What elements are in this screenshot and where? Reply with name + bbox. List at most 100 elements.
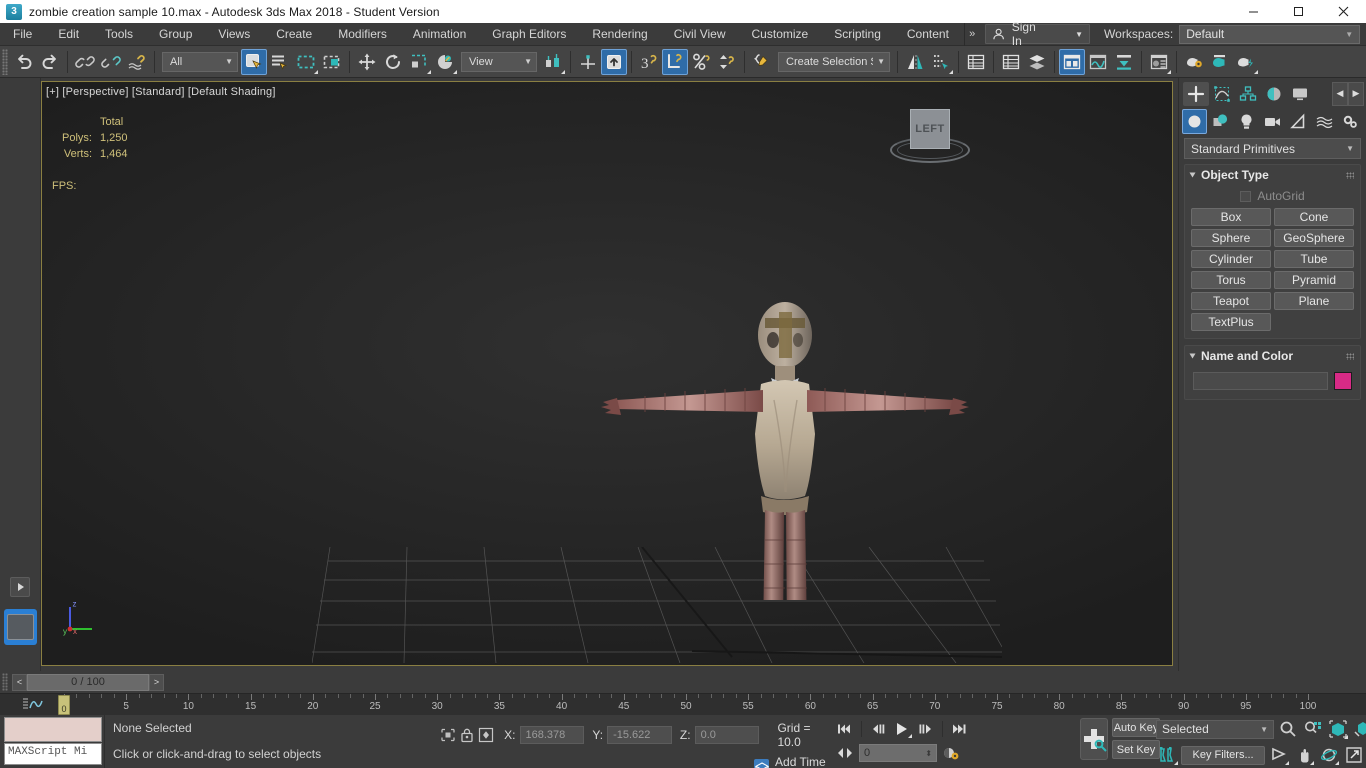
- motion-tab[interactable]: [1261, 82, 1287, 106]
- menu-file[interactable]: File: [0, 23, 45, 46]
- lock-icon[interactable]: [457, 725, 476, 745]
- sign-in-button[interactable]: Sign In ▼: [985, 20, 1091, 48]
- autogrid-checkbox[interactable]: [1240, 190, 1252, 202]
- key-filters-button[interactable]: Key Filters...: [1181, 745, 1266, 765]
- menu-scripting[interactable]: Scripting: [821, 23, 894, 46]
- object-type-header[interactable]: Object Type: [1185, 165, 1360, 185]
- geometry-icon[interactable]: [1182, 108, 1207, 134]
- cameras-icon[interactable]: [1260, 109, 1285, 134]
- menu-group[interactable]: Group: [146, 23, 205, 46]
- pan-view-icon[interactable]: [1292, 744, 1315, 766]
- selection-filter-dropdown[interactable]: All ▼: [162, 51, 238, 72]
- select-object-icon[interactable]: [241, 48, 267, 75]
- next-frame-icon[interactable]: [915, 719, 937, 739]
- time-slider-grip[interactable]: [2, 673, 8, 691]
- rendered-frame-window-icon[interactable]: [1207, 49, 1233, 75]
- select-and-link-icon[interactable]: [72, 49, 98, 75]
- curve-editor-icon[interactable]: [1059, 48, 1085, 75]
- geosphere-button[interactable]: GeoSphere: [1274, 229, 1354, 247]
- track-bar[interactable]: 5 10 15 20 25 30 35 40 45 50 55 60 65 70 75 80 85 90 95 100…: [0, 693, 1366, 715]
- unlink-selection-icon[interactable]: [98, 49, 124, 75]
- set-key-filters-icon[interactable]: [1156, 744, 1179, 766]
- menu-edit[interactable]: Edit: [45, 23, 92, 46]
- time-slider-key[interactable]: 0: [58, 695, 70, 715]
- time-tag-icon[interactable]: [754, 759, 770, 768]
- menu-rendering[interactable]: Rendering: [579, 23, 660, 46]
- align-icon[interactable]: [928, 49, 954, 75]
- play-animation-rail-button[interactable]: [10, 577, 30, 597]
- minimize-button[interactable]: [1231, 0, 1276, 23]
- layer-explorer-icon[interactable]: [963, 49, 989, 75]
- slate-material-editor-icon[interactable]: [1146, 49, 1172, 75]
- spinner-snap-flyout-icon[interactable]: [714, 49, 740, 75]
- lights-icon[interactable]: [1234, 109, 1259, 134]
- torus-button[interactable]: Torus: [1191, 271, 1271, 289]
- maxscript-output-pane[interactable]: [4, 717, 102, 742]
- view-cube[interactable]: LEFT: [884, 107, 976, 169]
- tube-button[interactable]: Tube: [1274, 250, 1354, 268]
- cylinder-button[interactable]: Cylinder: [1191, 250, 1271, 268]
- maxscript-mini-listener[interactable]: MAXScript Mi: [4, 743, 102, 765]
- render-setup-icon[interactable]: [1181, 49, 1207, 75]
- spinner-arrows-icon[interactable]: ⬍: [925, 749, 932, 758]
- mirror-icon[interactable]: [902, 49, 928, 75]
- select-and-rotate-icon[interactable]: [380, 49, 406, 75]
- hierarchy-tab[interactable]: [1235, 82, 1261, 106]
- shapes-icon[interactable]: [1208, 109, 1233, 134]
- view-cube-face[interactable]: LEFT: [910, 109, 950, 149]
- named-selection-sets-dropdown[interactable]: Create Selection Se ▼: [778, 51, 890, 72]
- percent-snap-toggle-icon[interactable]: [662, 48, 688, 75]
- sphere-button[interactable]: Sphere: [1191, 229, 1271, 247]
- helpers-icon[interactable]: [1286, 109, 1311, 134]
- zoom-all-icon[interactable]: [1301, 718, 1324, 740]
- render-production-icon[interactable]: [1233, 49, 1259, 75]
- close-button[interactable]: [1321, 0, 1366, 23]
- toolbar-grip[interactable]: [2, 48, 8, 75]
- active-viewport-thumb[interactable]: [4, 609, 37, 645]
- zoom-icon[interactable]: [1276, 718, 1299, 740]
- previous-frame-icon[interactable]: [867, 719, 889, 739]
- object-color-swatch[interactable]: [1334, 372, 1352, 390]
- previous-frame-button[interactable]: <: [12, 673, 27, 691]
- auto-key-button[interactable]: Auto Key: [1112, 718, 1161, 737]
- select-by-name-icon[interactable]: [267, 49, 293, 75]
- menu-views[interactable]: Views: [205, 23, 263, 46]
- maximize-viewport-icon[interactable]: [1342, 744, 1365, 766]
- go-to-end-icon[interactable]: [948, 719, 970, 739]
- create-tab[interactable]: [1183, 81, 1209, 106]
- modify-tab[interactable]: [1209, 82, 1235, 106]
- selection-lock-toggle-icon[interactable]: [438, 725, 457, 745]
- use-center-flyout-icon[interactable]: [540, 49, 566, 75]
- current-frame-field[interactable]: 0 ⬍: [859, 744, 938, 762]
- redo-icon[interactable]: [37, 49, 63, 75]
- display-tab[interactable]: [1287, 82, 1313, 106]
- menu-overflow-icon[interactable]: »: [963, 22, 980, 46]
- field-of-view-icon[interactable]: [1267, 744, 1290, 766]
- reference-coordinate-dropdown[interactable]: View ▼: [461, 51, 537, 72]
- undo-icon[interactable]: [11, 49, 37, 75]
- rollout-grip-icon[interactable]: [1346, 353, 1354, 360]
- autogrid-row[interactable]: AutoGrid: [1191, 187, 1354, 205]
- zombie-character-mesh[interactable]: [565, 200, 1005, 600]
- edit-named-selection-sets-icon[interactable]: [749, 49, 775, 75]
- rectangular-selection-region-icon[interactable]: [293, 49, 319, 75]
- rollout-grip-icon[interactable]: [1346, 172, 1354, 179]
- viewport-label[interactable]: [+] [Perspective] [Standard] [Default Sh…: [46, 86, 276, 98]
- primitive-category-dropdown[interactable]: Standard Primitives ▼: [1184, 138, 1361, 159]
- set-key-button[interactable]: Set Key: [1112, 740, 1161, 759]
- menu-customize[interactable]: Customize: [739, 23, 822, 46]
- set-keys-button[interactable]: [1080, 718, 1109, 760]
- orbit-icon[interactable]: [1317, 744, 1340, 766]
- textplus-button[interactable]: TextPlus: [1191, 313, 1271, 331]
- zoom-region-icon[interactable]: [1351, 718, 1366, 740]
- time-slider-handle[interactable]: 0 / 100: [27, 673, 149, 691]
- menu-animation[interactable]: Animation: [400, 23, 479, 46]
- box-button[interactable]: Box: [1191, 208, 1271, 226]
- menu-civil-view[interactable]: Civil View: [661, 23, 739, 46]
- menu-modifiers[interactable]: Modifiers: [325, 23, 400, 46]
- menu-tools[interactable]: Tools: [92, 23, 146, 46]
- menu-content[interactable]: Content: [894, 23, 962, 46]
- select-and-place-icon[interactable]: [432, 49, 458, 75]
- perspective-viewport[interactable]: [+] [Perspective] [Standard] [Default Sh…: [41, 81, 1173, 666]
- angle-snap-toggle-icon[interactable]: 3: [636, 49, 662, 75]
